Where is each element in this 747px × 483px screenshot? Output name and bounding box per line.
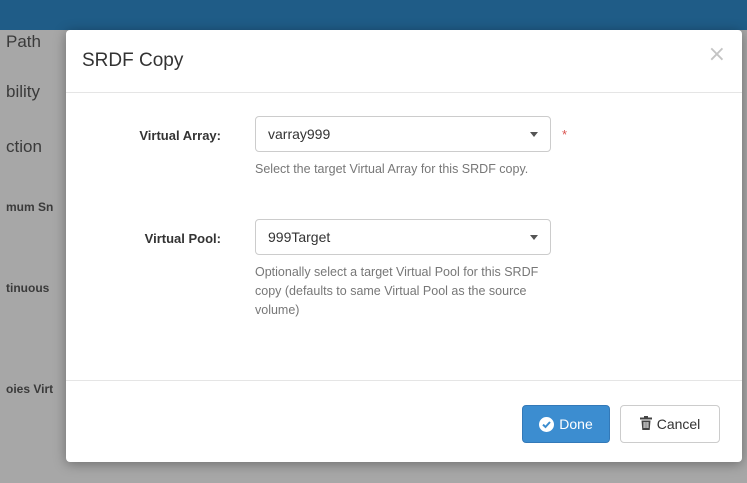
check-circle-icon	[539, 416, 555, 432]
chevron-down-icon	[530, 235, 538, 240]
dialog-header: SRDF Copy ×	[66, 30, 742, 93]
srdf-copy-dialog: SRDF Copy × Virtual Array: varray999 * S…	[66, 30, 742, 462]
background-label-copies-virtual-pool: oies Virt	[6, 382, 54, 396]
cancel-button-label: Cancel	[656, 416, 701, 432]
app-top-bar	[0, 0, 747, 30]
virtual-array-label: Virtual Array:	[139, 128, 221, 143]
dialog-title: SRDF Copy	[82, 50, 184, 71]
virtual-array-select[interactable]: varray999	[255, 116, 551, 152]
done-button-label: Done	[559, 416, 593, 432]
background-label-min-snapshots: mum Sn	[6, 200, 54, 214]
required-marker: *	[562, 127, 568, 142]
cancel-button[interactable]: Cancel	[620, 405, 720, 443]
background-label-availability: bility	[6, 82, 41, 101]
virtual-pool-select[interactable]: 999Target	[255, 219, 551, 255]
trash-icon	[639, 415, 652, 433]
done-button[interactable]: Done	[522, 405, 610, 443]
chevron-down-icon	[530, 132, 538, 137]
background-label-protection: ction	[6, 137, 42, 156]
dialog-footer: Done Cancel	[66, 380, 742, 463]
virtual-array-help: Select the target Virtual Array for this…	[255, 162, 529, 176]
close-icon[interactable]: ×	[708, 44, 726, 66]
background-label-path: Path	[6, 32, 41, 51]
background-label-continuous-copies: tinuous	[6, 281, 50, 295]
virtual-pool-help: Optionally select a target Virtual Pool …	[255, 265, 539, 317]
virtual-pool-value: 999Target	[268, 229, 331, 245]
virtual-pool-label: Virtual Pool:	[144, 231, 221, 246]
virtual-array-value: varray999	[268, 126, 331, 142]
